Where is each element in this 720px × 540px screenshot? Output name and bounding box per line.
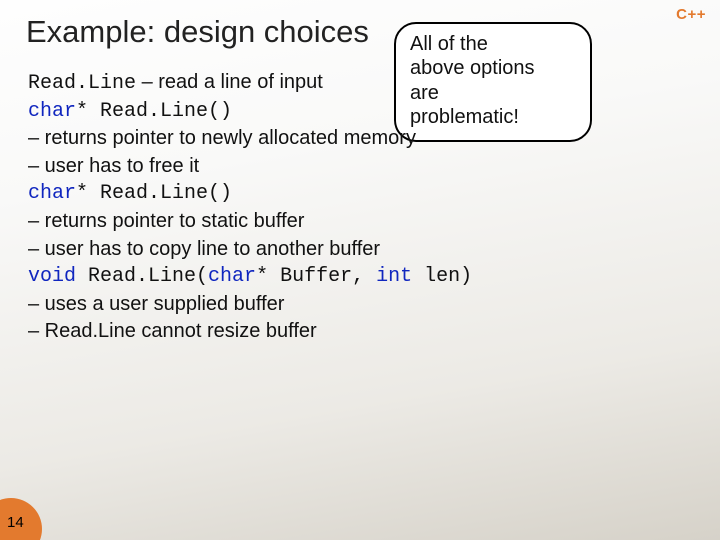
bullet: – user has to free it <box>28 154 638 180</box>
slide-title: Example: design choices <box>26 14 369 50</box>
intro-text: – read a line of input <box>136 71 323 93</box>
bullet: – Read.Line cannot resize buffer <box>28 319 638 345</box>
cpp-badge: C++ <box>676 6 706 23</box>
sig-text: * Read.Line() <box>76 182 232 205</box>
kw-void: void <box>28 265 76 288</box>
signature-3: void Read.Line(char* Buffer, int len) <box>28 264 638 290</box>
intro-line: Read.Line – read a line of input <box>28 70 638 97</box>
slide-body: Read.Line – read a line of input char* R… <box>28 70 638 347</box>
bullet: – returns pointer to newly allocated mem… <box>28 126 638 152</box>
kw-char: char <box>28 182 76 205</box>
annotation-line: All of the <box>410 32 578 56</box>
bullet: – uses a user supplied buffer <box>28 292 638 318</box>
signature-1: char* Read.Line() <box>28 99 638 125</box>
sig-text: * Buffer, <box>256 265 376 288</box>
sig-text: * Read.Line() <box>76 100 232 123</box>
kw-int: int <box>376 265 412 288</box>
sig-text: len) <box>412 265 472 288</box>
kw-char: char <box>208 265 256 288</box>
sig-text: Read.Line( <box>76 265 208 288</box>
intro-code: Read.Line <box>28 72 136 95</box>
page-number: 14 <box>7 514 24 531</box>
bullet: – returns pointer to static buffer <box>28 209 638 235</box>
kw-char: char <box>28 100 76 123</box>
signature-2: char* Read.Line() <box>28 181 638 207</box>
bullet: – user has to copy line to another buffe… <box>28 237 638 263</box>
